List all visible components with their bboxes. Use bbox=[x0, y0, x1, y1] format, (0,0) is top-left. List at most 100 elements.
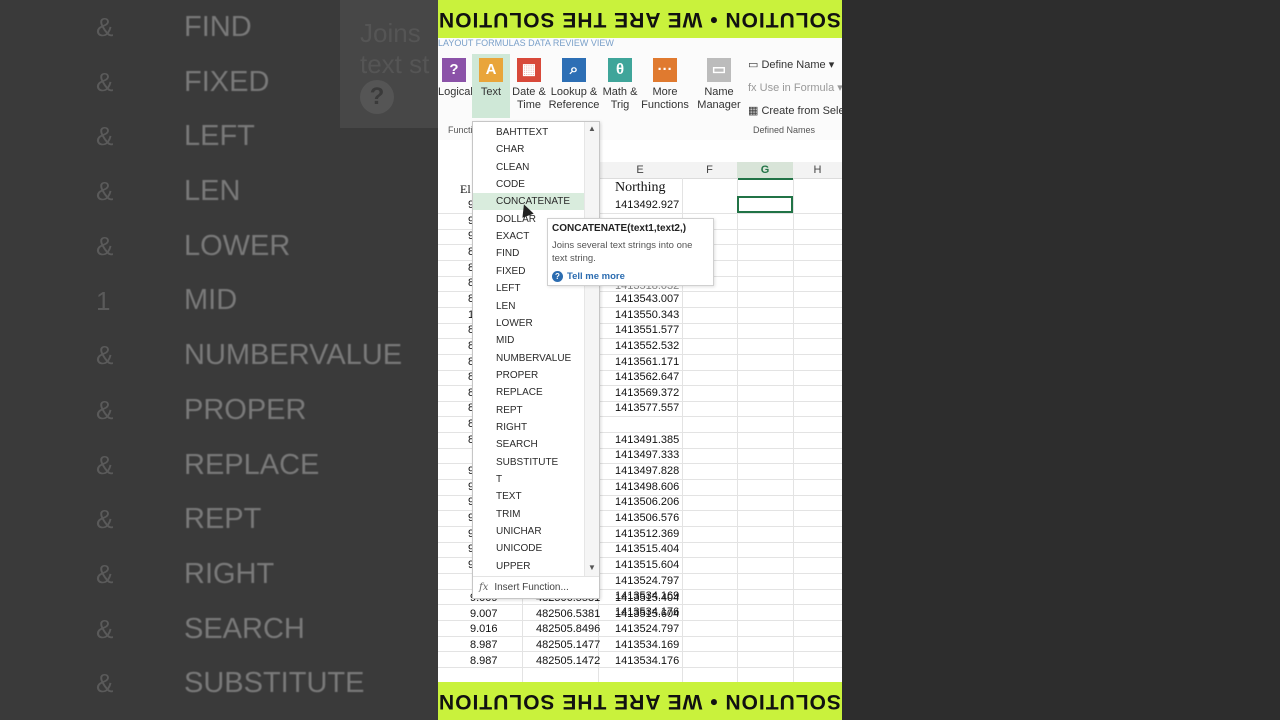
scroll-down-icon[interactable]: ▼ bbox=[588, 563, 596, 572]
northing-cell[interactable]: 1413506.206 bbox=[615, 496, 679, 508]
dropdown-item-upper[interactable]: UPPER bbox=[473, 558, 585, 575]
northing-cell[interactable]: 1413561.171 bbox=[615, 356, 679, 368]
background-list-item: LEN bbox=[184, 175, 241, 208]
text-functions-dropdown[interactable]: BAHTTEXT CHAR CLEAN CODE CONCATENATE DOLLAR EX… bbox=[472, 121, 600, 599]
text-button[interactable]: A Text bbox=[472, 54, 510, 118]
dropdown-item-t[interactable]: T bbox=[473, 471, 585, 488]
northing-cell[interactable]: 1413491.385 bbox=[615, 434, 679, 446]
partial-header-cell[interactable]: El bbox=[460, 182, 471, 197]
table-cell[interactable]: 9.016 bbox=[470, 623, 498, 635]
background-list-item: REPT bbox=[184, 503, 262, 536]
column-header-f[interactable]: F bbox=[682, 162, 738, 179]
northing-header-cell[interactable]: Northing bbox=[615, 180, 666, 196]
column-header-h[interactable]: H bbox=[793, 162, 842, 179]
dropdown-item-rept[interactable]: REPT bbox=[473, 402, 585, 419]
use-in-formula-button[interactable]: fx Use in Formula ▾ bbox=[748, 81, 842, 94]
column-header-e[interactable]: E bbox=[598, 162, 683, 179]
background-col-item: & bbox=[96, 12, 114, 42]
fx-icon: fx bbox=[748, 82, 760, 94]
dropdown-scrollbar[interactable]: ▲ ▼ bbox=[584, 122, 599, 576]
dropdown-item-right[interactable]: RIGHT bbox=[473, 419, 585, 436]
insert-function-label: Insert Function... bbox=[494, 582, 569, 593]
theta-icon: θ bbox=[608, 58, 632, 82]
table-cell[interactable]: 8.987 bbox=[470, 639, 498, 651]
ribbon-tabs-strip[interactable]: LAYOUT FORMULAS DATA REVIEW VIEW bbox=[438, 38, 842, 48]
dropdown-item-proper[interactable]: PROPER bbox=[473, 367, 585, 384]
date-time-label: Date & Time bbox=[512, 86, 546, 111]
date-time-button[interactable]: ▦ Date & Time bbox=[511, 58, 547, 112]
insert-function-item[interactable]: fx Insert Function... bbox=[473, 576, 599, 598]
background-function-list: FIND FIXED LEFT LEN LOWER MID NUMBERVALUE PROPE… bbox=[184, 0, 402, 711]
lookup-reference-button[interactable]: ⌕ Lookup & Reference bbox=[548, 58, 600, 112]
dropdown-item-len[interactable]: LEN bbox=[473, 298, 585, 315]
table-cell[interactable]: 1413534.169 bbox=[615, 639, 679, 651]
table-cell[interactable]: 482505.8496 bbox=[536, 623, 600, 635]
northing-cell[interactable]: 1413506.576 bbox=[615, 512, 679, 524]
dropdown-item-char[interactable]: CHAR bbox=[473, 141, 585, 158]
name-manager-button[interactable]: ▭ Name Manager bbox=[696, 58, 742, 112]
function-library-group-label: Functi bbox=[448, 125, 473, 135]
northing-cell[interactable]: 1413497.828 bbox=[615, 465, 679, 477]
selected-cell-g[interactable] bbox=[737, 196, 793, 213]
northing-cell[interactable]: 1413515.604 bbox=[615, 559, 679, 571]
table-cell[interactable]: 482505.1472 bbox=[536, 655, 600, 667]
more-functions-button[interactable]: ··· More Functions bbox=[640, 58, 690, 112]
math-trig-button[interactable]: θ Math & Trig bbox=[601, 58, 639, 112]
northing-cell[interactable]: 1413552.532 bbox=[615, 340, 679, 352]
table-cell[interactable]: 1413515.404 bbox=[615, 592, 679, 604]
background-list-item: NUMBERVALUE bbox=[184, 339, 403, 372]
tell-me-more-link[interactable]: ? Tell me more bbox=[552, 271, 625, 282]
dropdown-item-lower[interactable]: LOWER bbox=[473, 315, 585, 332]
define-name-button[interactable]: ▭ Define Name ▾ bbox=[748, 58, 834, 71]
table-cell[interactable]: 1413515.604 bbox=[615, 608, 679, 620]
northing-cell[interactable]: 1413524.797 bbox=[615, 575, 679, 587]
dropdown-item-trim[interactable]: TRIM bbox=[473, 506, 585, 523]
create-from-selection-button[interactable]: ▦ Create from Selec bbox=[748, 104, 842, 117]
table-cell[interactable]: 8.987 bbox=[470, 655, 498, 667]
logical-button[interactable]: ? Logical bbox=[438, 58, 473, 99]
more-functions-label: More Functions bbox=[641, 86, 689, 111]
background-column: & & & & & 1 & & & & & & & bbox=[96, 0, 113, 711]
background-col-item: & bbox=[96, 394, 114, 425]
northing-cell[interactable]: 1413498.606 bbox=[615, 481, 679, 493]
dropdown-item-clean[interactable]: CLEAN bbox=[473, 159, 585, 176]
northing-cell[interactable]: 1413562.647 bbox=[615, 371, 679, 383]
scroll-up-icon[interactable]: ▲ bbox=[588, 124, 596, 133]
dropdown-item-numbervalue[interactable]: NUMBERVALUE bbox=[473, 350, 585, 367]
dropdown-item-unichar[interactable]: UNICHAR bbox=[473, 523, 585, 540]
dropdown-item-bahttext[interactable]: BAHTTEXT bbox=[473, 124, 585, 141]
northing-cell[interactable]: 1413577.557 bbox=[615, 402, 679, 414]
table-cell[interactable]: 482506.5381 bbox=[536, 608, 600, 620]
grid-row-line bbox=[438, 635, 842, 637]
northing-cell[interactable]: 1413550.343 bbox=[615, 309, 679, 321]
dropdown-item-code[interactable]: CODE bbox=[473, 176, 585, 193]
background-list-item: FIXED bbox=[184, 65, 270, 98]
dropdown-item-search[interactable]: SEARCH bbox=[473, 436, 585, 453]
northing-cell[interactable]: 1413497.333 bbox=[615, 449, 679, 461]
background-list-item: REPLACE bbox=[184, 448, 320, 481]
northing-cell[interactable]: 1413543.007 bbox=[615, 293, 679, 305]
table-cell[interactable]: 1413534.176 bbox=[615, 655, 679, 667]
dropdown-item-unicode[interactable]: UNICODE bbox=[473, 540, 585, 557]
background-list-item: MID bbox=[184, 284, 238, 317]
column-header-g[interactable]: G bbox=[737, 162, 794, 180]
table-cell[interactable]: 1413524.797 bbox=[615, 623, 679, 635]
northing-cell[interactable]: 1413492.927 bbox=[615, 199, 679, 211]
text-icon: A bbox=[479, 58, 503, 82]
dropdown-item-substitute[interactable]: SUBSTITUTE bbox=[473, 454, 585, 471]
name-manager-label: Name Manager bbox=[697, 86, 741, 111]
dropdown-item-text[interactable]: TEXT bbox=[473, 488, 585, 505]
background-list-item: FIND bbox=[184, 11, 252, 43]
background-col-item: & bbox=[96, 559, 114, 590]
northing-cell[interactable]: 1413515.404 bbox=[615, 543, 679, 555]
northing-cell[interactable]: 1413569.372 bbox=[615, 387, 679, 399]
northing-cell[interactable]: 1413512.369 bbox=[615, 528, 679, 540]
northing-cell[interactable]: 1413551.577 bbox=[615, 324, 679, 336]
dropdown-item-replace[interactable]: REPLACE bbox=[473, 384, 585, 401]
calendar-icon: ▦ bbox=[517, 58, 541, 82]
table-cell[interactable]: 9.007 bbox=[470, 608, 498, 620]
background-col-item: & bbox=[96, 449, 114, 480]
dropdown-item-mid[interactable]: MID bbox=[473, 332, 585, 349]
math-trig-label: Math & Trig bbox=[602, 86, 638, 111]
table-cell[interactable]: 482505.1477 bbox=[536, 639, 600, 651]
